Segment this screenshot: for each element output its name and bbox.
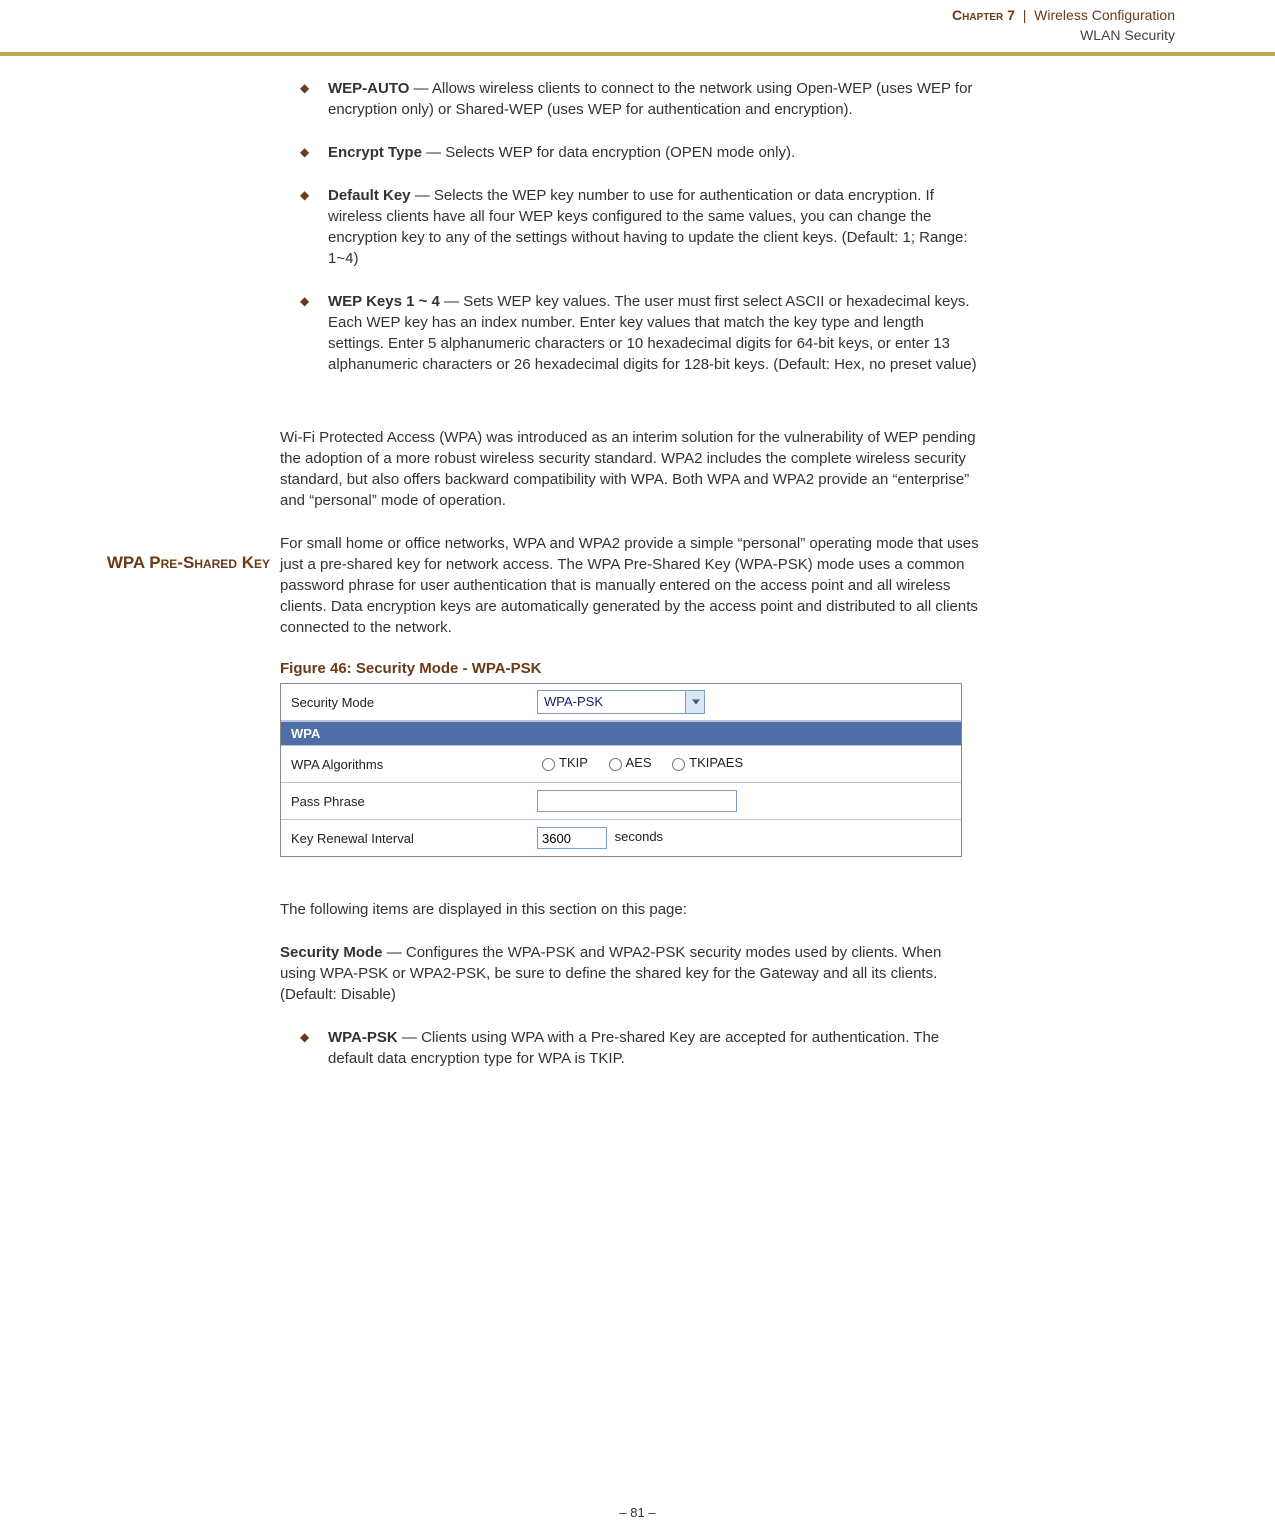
- list-item: WEP Keys 1 ~ 4 — Sets WEP key values. Th…: [300, 291, 980, 375]
- header-section: WLAN Security: [0, 26, 1175, 46]
- figure-caption: Figure 46: Security Mode - WPA-PSK: [280, 660, 980, 677]
- pass-phrase-input[interactable]: [537, 790, 737, 812]
- list-item: Default Key — Selects the WEP key number…: [300, 185, 980, 269]
- chevron-down-icon: [692, 700, 700, 705]
- body-paragraph: Security Mode — Configures the WPA-PSK a…: [280, 942, 980, 1005]
- key-renewal-label: Key Renewal Interval: [281, 825, 529, 852]
- key-renewal-unit: seconds: [615, 829, 663, 844]
- radio-tkipaes[interactable]: TKIPAES: [667, 755, 743, 771]
- list-item: WPA-PSK — Clients using WPA with a Pre-s…: [300, 1027, 980, 1069]
- body-paragraph: The following items are displayed in thi…: [280, 899, 980, 920]
- security-mode-value: WPA-PSK: [544, 694, 603, 709]
- radio-label: TKIP: [559, 755, 588, 770]
- wpa-algorithms-label: WPA Algorithms: [281, 751, 529, 778]
- pass-phrase-label: Pass Phrase: [281, 788, 529, 815]
- term: Encrypt Type: [328, 144, 422, 161]
- side-heading: WPA Pre-Shared Key: [100, 552, 270, 574]
- radio-aes[interactable]: AES: [604, 755, 652, 771]
- term-text: — Allows wireless clients to connect to …: [328, 80, 972, 118]
- term: Security Mode: [280, 944, 383, 961]
- security-mode-label: Security Mode: [281, 689, 529, 716]
- term-text: — Selects the WEP key number to use for …: [328, 187, 968, 267]
- page-header: Chapter 7 | Wireless Configuration WLAN …: [0, 0, 1275, 56]
- term: WEP-AUTO: [328, 80, 409, 97]
- list-item: Encrypt Type — Selects WEP for data encr…: [300, 142, 980, 163]
- chapter-label: Chapter 7: [952, 7, 1015, 23]
- chapter-title: Wireless Configuration: [1034, 7, 1175, 23]
- body-paragraph: Wi-Fi Protected Access (WPA) was introdu…: [280, 427, 980, 511]
- term: Default Key: [328, 187, 411, 204]
- wpa-section-header: WPA: [281, 721, 961, 746]
- radio-label: AES: [626, 755, 652, 770]
- key-renewal-input[interactable]: [537, 827, 607, 849]
- list-item: WEP-AUTO — Allows wireless clients to co…: [300, 78, 980, 120]
- term-text: — Clients using WPA with a Pre-shared Ke…: [328, 1029, 939, 1067]
- figure-screenshot: Security Mode WPA-PSK WPA WPA Algorithms…: [280, 683, 962, 857]
- page-footer: – 81 –: [0, 1505, 1275, 1520]
- term: WEP Keys 1 ~ 4: [328, 293, 440, 310]
- security-mode-select[interactable]: WPA-PSK: [537, 690, 705, 714]
- radio-tkip[interactable]: TKIP: [537, 755, 588, 771]
- body-paragraph: For small home or office networks, WPA a…: [280, 533, 980, 638]
- term: WPA-PSK: [328, 1029, 398, 1046]
- term-text: — Selects WEP for data encryption (OPEN …: [422, 144, 795, 161]
- radio-label: TKIPAES: [689, 755, 743, 770]
